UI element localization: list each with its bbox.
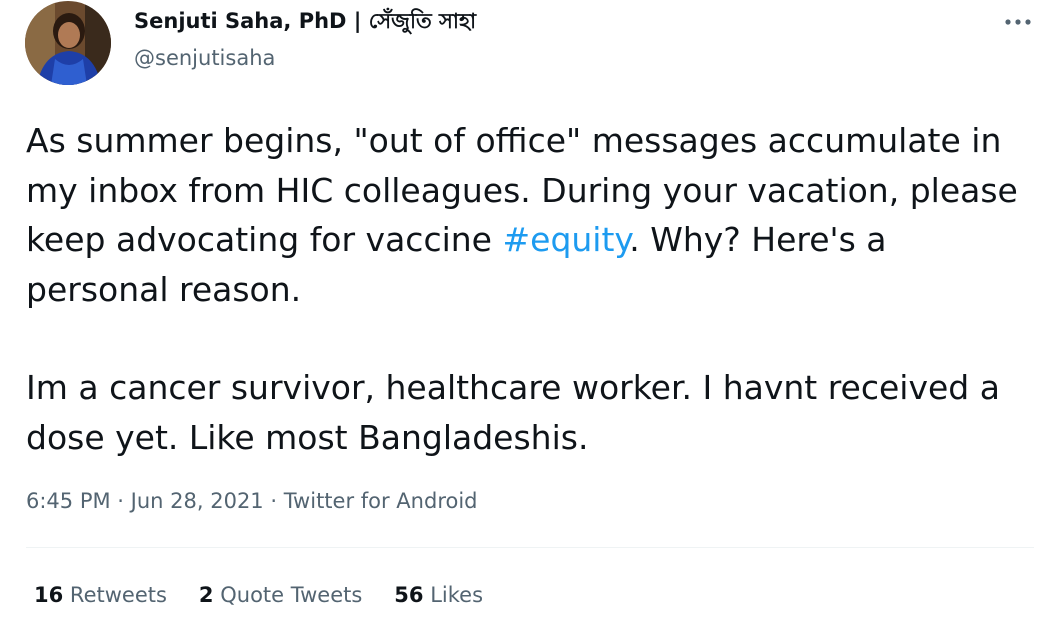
more-options-button[interactable] bbox=[1000, 6, 1036, 38]
quote-tweets-label: Quote Tweets bbox=[220, 583, 363, 607]
divider bbox=[26, 547, 1034, 548]
likes-count: 56 bbox=[394, 583, 424, 607]
retweets-label: Retweets bbox=[69, 583, 167, 607]
engagement-stats: 16 Retweets 2 Quote Tweets 56 Likes bbox=[34, 580, 515, 610]
tweet: Senjuti Saha, PhD | সেঁজুতি সাহা @senjut… bbox=[0, 0, 1057, 632]
likes-stat[interactable]: 56 Likes bbox=[394, 580, 483, 610]
tweet-time[interactable]: 6:45 PM bbox=[26, 489, 111, 513]
hashtag-link[interactable]: #equity bbox=[502, 220, 629, 259]
meta-separator: · bbox=[263, 489, 284, 513]
tweet-source[interactable]: Twitter for Android bbox=[284, 489, 478, 513]
more-horizontal-icon bbox=[1005, 19, 1031, 25]
author-display-name[interactable]: Senjuti Saha, PhD | সেঁজুতি সাহা bbox=[134, 6, 476, 36]
avatar[interactable] bbox=[25, 1, 111, 85]
meta-separator: · bbox=[110, 489, 131, 513]
author-handle[interactable]: @senjutisaha bbox=[134, 43, 476, 73]
likes-label: Likes bbox=[430, 583, 484, 607]
retweets-count: 16 bbox=[34, 583, 64, 607]
author-block: Senjuti Saha, PhD | সেঁজুতি সাহা @senjut… bbox=[134, 6, 476, 73]
quote-tweets-count: 2 bbox=[198, 583, 214, 607]
tweet-paragraph-1: As summer begins, "out of office" messag… bbox=[26, 116, 1036, 314]
tweet-paragraph-2: Im a cancer survivor, healthcare worker.… bbox=[26, 368, 1000, 457]
tweet-metadata: 6:45 PM · Jun 28, 2021 · Twitter for And… bbox=[26, 486, 478, 516]
tweet-date[interactable]: Jun 28, 2021 bbox=[131, 489, 264, 513]
quote-tweets-stat[interactable]: 2 Quote Tweets bbox=[199, 580, 362, 610]
avatar-image bbox=[25, 1, 111, 85]
retweets-stat[interactable]: 16 Retweets bbox=[34, 580, 167, 610]
tweet-text: As summer begins, "out of office" messag… bbox=[26, 116, 1036, 462]
